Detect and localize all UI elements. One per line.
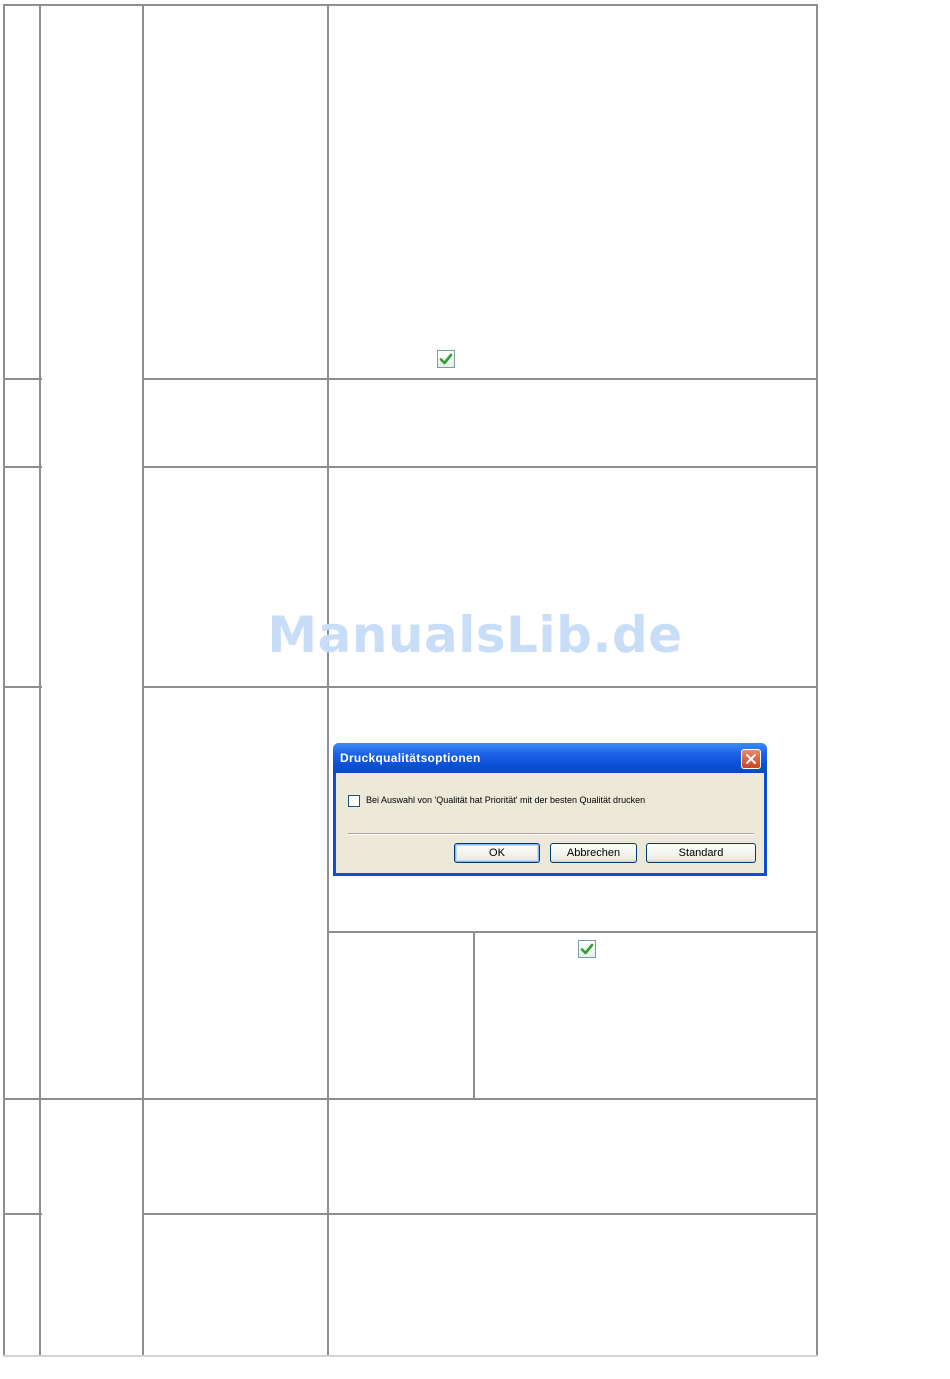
best-quality-checkbox-label: Bei Auswahl von 'Qualität hat Priorität'… bbox=[366, 795, 646, 805]
dialog-body: Bei Auswahl von 'Qualität hat Priorität'… bbox=[336, 773, 764, 873]
grid-line bbox=[142, 466, 818, 468]
manual-page: Druckqualitätsoptionen Bei Auswahl von '… bbox=[0, 0, 950, 1379]
check-icon bbox=[437, 350, 455, 368]
grid-line bbox=[142, 378, 818, 380]
grid-line bbox=[3, 1098, 818, 1100]
check-icon bbox=[578, 940, 596, 958]
grid-line bbox=[3, 4, 5, 1356]
grid-line bbox=[327, 931, 818, 933]
dialog-title: Druckqualitätsoptionen bbox=[340, 751, 481, 765]
dialog-titlebar: Druckqualitätsoptionen bbox=[333, 743, 767, 773]
grid-line bbox=[3, 686, 42, 688]
grid-line bbox=[3, 466, 42, 468]
print-quality-options-dialog: Druckqualitätsoptionen Bei Auswahl von '… bbox=[333, 743, 767, 876]
best-quality-checkbox[interactable] bbox=[348, 795, 360, 807]
grid-line bbox=[3, 378, 42, 380]
dialog-separator bbox=[348, 833, 754, 835]
grid-line bbox=[142, 4, 144, 1356]
page-bottom-edge bbox=[3, 1355, 818, 1357]
grid-line bbox=[327, 4, 329, 1356]
grid-line bbox=[3, 4, 818, 6]
grid-line bbox=[816, 4, 818, 1356]
close-button[interactable] bbox=[741, 749, 761, 769]
grid-line bbox=[473, 932, 475, 1100]
grid-line bbox=[142, 1213, 818, 1215]
grid-line bbox=[39, 4, 41, 1356]
grid-line bbox=[142, 686, 818, 688]
default-button[interactable]: Standard bbox=[646, 843, 756, 863]
close-icon bbox=[746, 754, 756, 764]
ok-button[interactable]: OK bbox=[454, 843, 540, 863]
cancel-button[interactable]: Abbrechen bbox=[550, 843, 637, 863]
grid-line bbox=[3, 1213, 42, 1215]
